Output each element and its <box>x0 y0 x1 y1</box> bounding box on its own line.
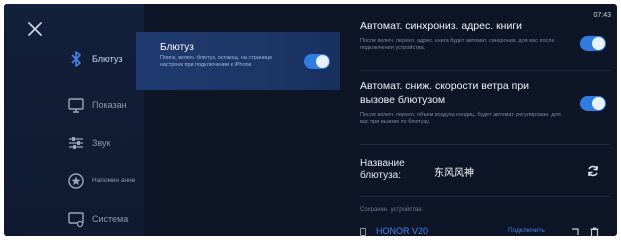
sidebar-item-bluetooth[interactable]: Блютуз <box>4 40 144 78</box>
rename-icon[interactable] <box>570 227 580 236</box>
sidebar-item-reminder[interactable]: Напомин анне <box>4 162 144 200</box>
clock: 07:43 <box>593 12 611 19</box>
auto-sync-title: Автомат. синхрониз. адрес. книги <box>360 20 523 32</box>
refresh-icon[interactable] <box>586 164 600 178</box>
bluetooth-toggle[interactable] <box>304 54 330 69</box>
bluetooth-toggle-panel[interactable]: Блютуз Поиск, включ. блютуз, остающ. на … <box>136 32 340 90</box>
saved-device-row[interactable]: HONOR V20 Подключить <box>360 226 610 236</box>
sidebar-item-sound[interactable]: Звук <box>4 124 144 162</box>
bluetooth-name-label-line1: Название <box>360 158 405 169</box>
divider <box>360 144 610 145</box>
auto-fan-title-line2: вызове блютузом <box>360 94 446 106</box>
auto-sync-description: После включ. перекл. адрес. книга будет … <box>360 38 555 51</box>
bluetooth-name-value[interactable]: 东风风神 <box>434 164 474 179</box>
bluetooth-name-label: Название блютуза: <box>360 158 410 182</box>
auto-sync-toggle[interactable] <box>580 36 606 51</box>
bluetooth-settings-screen: Блютуз Показан Звук Напомин анне Система <box>4 4 617 236</box>
sidebar-item-label: Звук <box>92 138 111 148</box>
bluetooth-panel-title: Блютуз <box>160 42 194 53</box>
close-icon[interactable] <box>26 20 44 38</box>
sidebar-item-display[interactable]: Показан <box>4 86 144 124</box>
system-icon <box>68 212 84 228</box>
phone-icon <box>360 228 366 236</box>
settings-list: 07:43 Автомат. синхрониз. адрес. книги П… <box>354 4 617 236</box>
sliders-icon <box>69 137 83 149</box>
divider <box>360 70 610 71</box>
delete-icon[interactable] <box>590 227 599 236</box>
connect-link[interactable]: Подключить <box>508 227 545 234</box>
sidebar-item-system[interactable]: Система <box>4 200 144 236</box>
divider <box>360 196 610 197</box>
device-name: HONOR V20 <box>376 226 429 236</box>
auto-fan-toggle[interactable] <box>580 96 606 111</box>
display-icon <box>68 98 84 113</box>
bluetooth-panel-description: Поиск, включ. блютуз, остающ. на страниц… <box>160 55 273 68</box>
toggle-knob <box>592 37 605 50</box>
sidebar-item-label: Система <box>92 214 129 224</box>
auto-fan-description: После включ. перекл. объем воздуха конди… <box>360 112 561 125</box>
sidebar-item-label: Напомин анне <box>92 177 136 184</box>
toggle-knob <box>316 55 329 68</box>
reminder-icon <box>68 173 84 189</box>
auto-fan-title-line1: Автомат. сниж. скорости ветра при <box>360 80 530 92</box>
toggle-knob <box>592 97 605 110</box>
bluetooth-name-label-line2: блютуза: <box>360 170 402 181</box>
bluetooth-icon <box>71 51 81 67</box>
sidebar-item-label: Показан <box>92 100 127 110</box>
saved-devices-label: Сохранен. устройства: <box>360 207 424 213</box>
